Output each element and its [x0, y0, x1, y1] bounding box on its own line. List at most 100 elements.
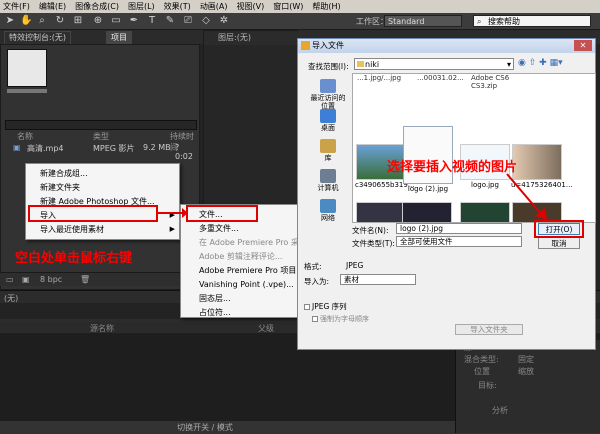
computer-icon	[320, 169, 336, 183]
search-help-placeholder: 搜索帮助	[488, 17, 520, 26]
file-tile-video-3[interactable]	[459, 202, 511, 222]
back-icon[interactable]: ◉	[518, 58, 526, 68]
menu-item-new-folder[interactable]: 新建文件夹	[26, 181, 179, 194]
place-desktop[interactable]: 桌面	[308, 109, 348, 132]
col-name[interactable]: 名称	[17, 131, 33, 142]
project-column-header: 名称 类型 持续时间	[5, 131, 197, 152]
stamp-tool-icon[interactable]: ⎚	[182, 15, 194, 27]
checkbox-box	[312, 316, 318, 322]
tracker-type-label: 混合类型:	[464, 355, 499, 364]
tracker-target-label: 目标:	[478, 381, 497, 390]
col-type[interactable]: 类型	[93, 131, 109, 142]
zoom-tool-icon[interactable]: ⌕	[36, 15, 48, 27]
submenu-item-solid[interactable]: 固态层...	[181, 292, 297, 305]
switch-mode-toggle[interactable]: 切换开关 / 模式	[170, 422, 240, 433]
menu-layer[interactable]: 图层(L)	[128, 1, 155, 12]
submenu-item-multiple-files[interactable]: 多重文件...	[181, 222, 297, 235]
library-icon	[320, 139, 336, 153]
menu-window[interactable]: 窗口(W)	[273, 1, 303, 12]
highlight-open	[534, 220, 584, 238]
workspace-select[interactable]: Standard	[384, 15, 462, 27]
file-duration: ? 0:02	[175, 143, 193, 161]
new-folder-icon[interactable]: ✚	[539, 58, 547, 68]
rotate-tool-icon[interactable]: ↻	[54, 15, 66, 27]
jpeg-sequence-label: JPEG 序列	[312, 302, 347, 311]
file-tile-video-1[interactable]	[355, 202, 407, 222]
video-thumbnail	[402, 202, 452, 222]
place-recent-label: 最近访问的位置	[310, 94, 346, 110]
video-thumbnail	[460, 202, 510, 222]
submenu-arrow-icon: ▶	[169, 225, 175, 233]
submenu-item-premiere-project[interactable]: Adobe Premiere Pro 项目...	[181, 264, 297, 277]
filename-input[interactable]: logo (2).jpg	[396, 223, 522, 234]
video-file-icon: ▣	[13, 143, 21, 152]
place-network[interactable]: 网络	[308, 199, 348, 222]
filename-label: 文件名(N):	[352, 226, 389, 235]
force-alpha-checkbox: 强制为字母顺序	[312, 314, 369, 324]
tab-effect-controls[interactable]: 特效控制台:(无)	[4, 31, 71, 44]
menu-item-new-comp[interactable]: 新建合成组...	[26, 167, 179, 180]
tab-project[interactable]: 项目	[106, 31, 132, 44]
menu-animation[interactable]: 动画(A)	[200, 1, 228, 12]
submenu-item-placeholder[interactable]: 占位符...	[181, 306, 297, 319]
trash-icon[interactable]: 🗑	[80, 275, 90, 284]
file-tile-name: logo.jpg	[471, 181, 499, 189]
new-folder-icon[interactable]: ▭	[6, 275, 14, 284]
bpc-label[interactable]: 8 bpc	[40, 275, 62, 284]
file-caption-top-1: ...1.jpg/...jpg	[357, 74, 402, 82]
pan-behind-tool-icon[interactable]: ⊕	[92, 15, 104, 27]
menu-help[interactable]: 帮助(H)	[312, 1, 340, 12]
import-file-dialog: 导入文件 ✕ 查找范围(I): niki ▾ ◉ ⇧ ✚ ▦▾ 最近访问的位置 …	[297, 38, 596, 350]
submenu-item-premiere-capture: 在 Adobe Premiere Pro 采集	[199, 238, 297, 247]
submenu-item-clip-notes: Adobe 剪辑注释评论...	[199, 252, 283, 261]
puppet-tool-icon[interactable]: ✲	[218, 15, 230, 27]
annotation-right-click: 空白处单击鼠标右键	[15, 251, 133, 266]
recent-places-icon	[320, 79, 336, 93]
video-thumbnail	[356, 202, 406, 222]
menu-item-import-recent[interactable]: 导入最近使用素材 ▶	[26, 223, 179, 236]
hand-tool-icon[interactable]: ✋	[20, 15, 32, 27]
lookin-select[interactable]: niki ▾	[354, 58, 514, 70]
annotation-arrow	[158, 208, 188, 218]
eraser-tool-icon[interactable]: ◇	[200, 15, 212, 27]
place-computer[interactable]: 计算机	[308, 169, 348, 192]
project-file-row[interactable]: ▣ 高清.mp4 MPEG 影片 9.2 MB ? 0:02	[5, 143, 197, 161]
new-comp-icon[interactable]: ▣	[22, 275, 30, 284]
importas-select[interactable]: 素材	[340, 274, 416, 285]
tracker-position-label[interactable]: 位置	[474, 366, 490, 377]
jpeg-sequence-checkbox[interactable]: JPEG 序列	[304, 301, 347, 312]
submenu-item-vanishing-point[interactable]: Vanishing Point (.vpe)...	[181, 278, 297, 291]
up-folder-icon[interactable]: ⇧	[529, 58, 537, 68]
tab-layer[interactable]: 图层:(无)	[204, 31, 299, 45]
dialog-nav-icons: ◉ ⇧ ✚ ▦▾	[518, 58, 578, 70]
selection-tool-icon[interactable]: ➤	[4, 15, 16, 27]
desktop-icon	[320, 109, 336, 123]
checkbox-box	[304, 304, 310, 310]
file-name: 高清.mp4	[27, 144, 64, 153]
dialog-close-button[interactable]: ✕	[574, 40, 592, 51]
file-size: 9.2 MB	[143, 143, 171, 152]
project-search-input[interactable]	[5, 120, 197, 130]
mask-tool-icon[interactable]: ▭	[110, 15, 122, 27]
place-library[interactable]: 库	[308, 139, 348, 162]
cancel-button[interactable]: 取消	[538, 237, 580, 249]
file-tile-video-2[interactable]	[401, 202, 453, 222]
menu-edit[interactable]: 编辑(E)	[39, 1, 66, 12]
tracker-scale-label[interactable]: 缩放	[518, 366, 534, 377]
menu-composition[interactable]: 图像合成(C)	[75, 1, 119, 12]
menu-file[interactable]: 文件(F)	[3, 1, 30, 12]
brush-tool-icon[interactable]: ✎	[164, 15, 176, 27]
file-list[interactable]: ...1.jpg/...jpg ...00031.02... Adobe CS6…	[352, 73, 596, 223]
view-menu-icon[interactable]: ▦▾	[550, 58, 563, 68]
text-tool-icon[interactable]: T	[146, 15, 158, 27]
menu-view[interactable]: 视图(V)	[237, 1, 265, 12]
place-recent[interactable]: 最近访问的位置	[308, 79, 348, 110]
place-computer-label: 计算机	[317, 184, 339, 192]
place-network-label: 网络	[321, 214, 335, 222]
search-help-input[interactable]: ⌕ 搜索帮助	[473, 15, 591, 27]
menu-effect[interactable]: 效果(T)	[164, 1, 191, 12]
tracker-type-value[interactable]: 固定	[518, 354, 534, 365]
filetype-select[interactable]: 全部可使用文件	[396, 236, 522, 247]
camera-tool-icon[interactable]: ⊞	[72, 15, 84, 27]
pen-tool-icon[interactable]: ✒	[128, 15, 140, 27]
